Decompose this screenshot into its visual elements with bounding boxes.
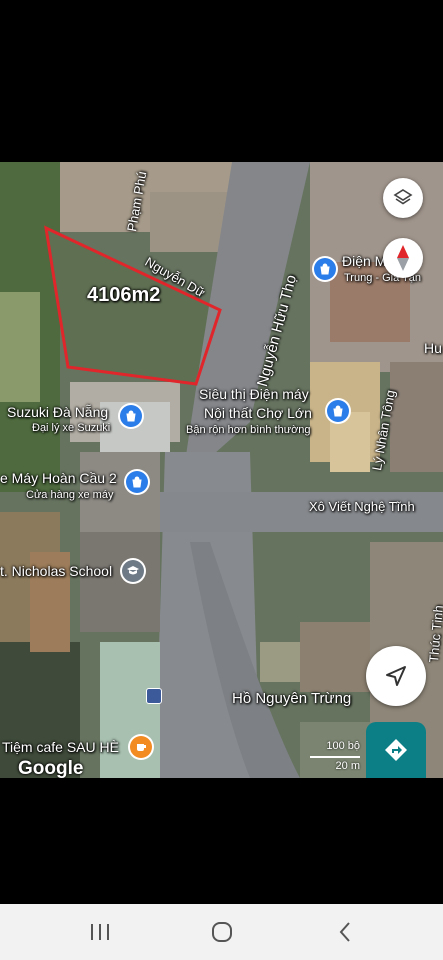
my-location-icon	[386, 666, 406, 686]
place-hoan-cau-name[interactable]: e Máy Hoàn Cầu 2	[0, 470, 117, 486]
store-pin-icon[interactable]	[314, 258, 336, 280]
scale-bar: 100 bộ 20 m	[310, 740, 360, 776]
place-hoan-cau-sub: Cửa hàng xe máy	[26, 489, 114, 501]
scale-m: 20 m	[335, 760, 360, 772]
place-sieu-thi-sub: Bận rộn hơn bình thường	[186, 424, 311, 436]
home-icon[interactable]	[211, 921, 233, 943]
system-navigation-bar	[0, 904, 443, 960]
layers-icon	[393, 189, 413, 205]
directions-icon	[385, 739, 407, 761]
place-cafe-name[interactable]: Tiệm cafe SAU HÈ	[2, 739, 119, 755]
cafe-pin-icon[interactable]	[130, 736, 152, 758]
place-dien-may-name[interactable]: Điện M	[342, 253, 386, 269]
compass-button[interactable]	[383, 238, 423, 278]
place-sieu-thi-line2[interactable]: Nội thất Chợ Lớn	[204, 405, 312, 421]
street-ho-nguyen-trung: Hồ Nguyên Trừng	[232, 690, 352, 707]
place-suzuki-name[interactable]: Suzuki Đà Nẵng	[7, 404, 108, 420]
store-pin-icon[interactable]	[327, 400, 349, 422]
plot-area-label: 4106m2	[87, 284, 161, 306]
google-logo: Google	[18, 758, 84, 778]
bus-stop-icon[interactable]	[146, 688, 162, 704]
back-icon[interactable]	[338, 921, 352, 943]
compass-icon	[397, 245, 409, 271]
layers-button[interactable]	[383, 178, 423, 218]
my-location-button[interactable]	[366, 646, 426, 706]
directions-button[interactable]	[366, 722, 426, 778]
school-pin-icon[interactable]	[122, 560, 144, 582]
recents-icon[interactable]	[89, 922, 111, 942]
map-view[interactable]: 4106m2 Phạm Phú Nguyễn Dữ Nguyễn Hữu Thọ…	[0, 162, 443, 778]
place-sieu-thi-line1[interactable]: Siêu thị Điện máy	[199, 386, 309, 402]
store-pin-icon[interactable]	[126, 471, 148, 493]
place-partial-label: Hu	[424, 340, 442, 356]
street-xo-viet-nghe-tinh: Xô Viết Nghệ Tĩnh	[309, 499, 415, 514]
store-pin-icon[interactable]	[120, 405, 142, 427]
place-nicholas-name[interactable]: t. Nicholas School	[0, 563, 112, 579]
scale-ft: 100 bộ	[326, 740, 360, 752]
place-suzuki-sub: Đại lý xe Suzuki	[32, 422, 111, 434]
